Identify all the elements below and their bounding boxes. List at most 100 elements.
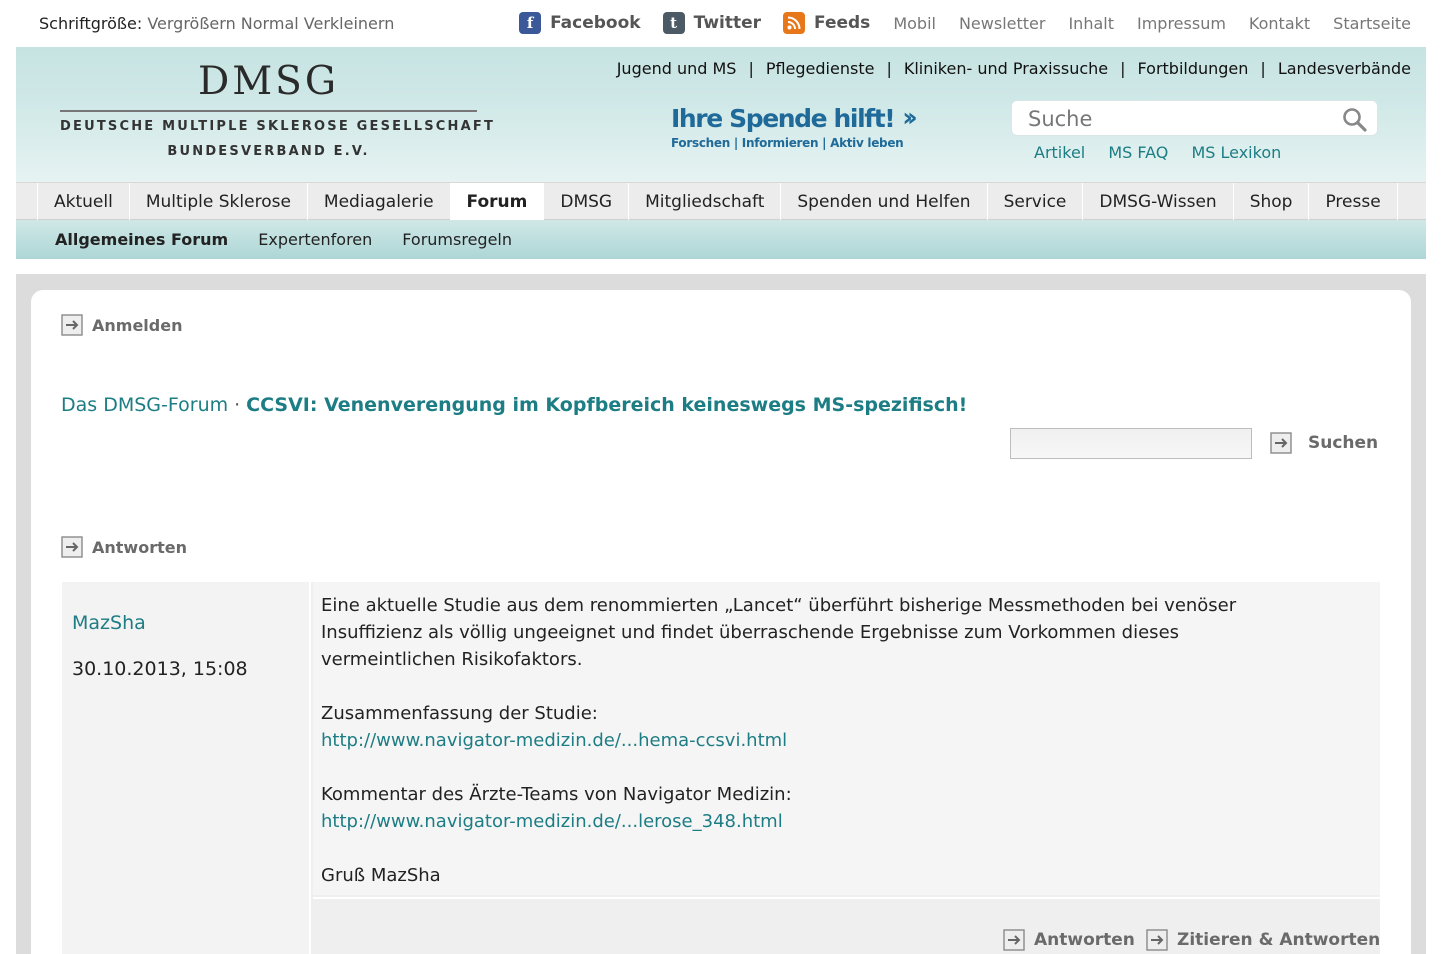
quicklink-ms-faq[interactable]: MS FAQ <box>1108 143 1168 162</box>
rss-feed-icon <box>783 12 806 34</box>
newsletter-link[interactable]: Newsletter <box>959 14 1046 33</box>
sublink-separator: | <box>1260 59 1266 78</box>
sublink-jugend[interactable]: Jugend und MS <box>617 59 737 78</box>
logo-rule <box>60 110 477 112</box>
feeds-label: Feeds <box>814 13 871 33</box>
quicklink-ms-lexikon[interactable]: MS Lexikon <box>1191 143 1281 162</box>
post-reply-button[interactable]: Antworten <box>1003 929 1135 951</box>
nav-aktuell[interactable]: Aktuell <box>37 183 130 220</box>
post-text-line: vermeintlichen Risikofaktors. <box>321 649 583 670</box>
twitter-icon: t <box>662 12 685 34</box>
nav-dmsg[interactable]: DMSG <box>544 183 630 220</box>
post-author-column: MazSha 30.10.2013, 15:08 <box>62 582 311 954</box>
kontakt-link[interactable]: Kontakt <box>1249 14 1310 33</box>
facebook-label: Facebook <box>550 13 641 33</box>
thread-title[interactable]: CCSVI: Venenverengung im Kopfbereich kei… <box>246 394 967 416</box>
logo-title: DMSG <box>197 59 340 104</box>
sublink-fortbildungen[interactable]: Fortbildungen <box>1138 59 1249 78</box>
nav-service[interactable]: Service <box>988 183 1084 220</box>
inhalt-link[interactable]: Inhalt <box>1068 14 1114 33</box>
post-quote-reply-button[interactable]: Zitieren & Antworten <box>1146 929 1380 951</box>
nav-shop[interactable]: Shop <box>1234 183 1310 220</box>
startseite-link[interactable]: Startseite <box>1333 14 1411 33</box>
feeds-link[interactable]: Feeds <box>783 12 870 34</box>
arrow-right-box-icon <box>61 314 83 336</box>
subnav-forumsregeln[interactable]: Forumsregeln <box>402 230 512 249</box>
font-size-increase-link[interactable]: Vergrößern <box>147 14 235 33</box>
post-body: Eine aktuelle Studie aus dem renommierte… <box>313 582 1380 895</box>
arrow-right-box-icon <box>61 536 83 558</box>
nav-dmsg-wissen[interactable]: DMSG-Wissen <box>1083 183 1234 220</box>
double-chevron-right-icon: ›› <box>902 103 918 133</box>
content-frame: Anmelden Das DMSG-Forum · CCSVI: Venenvere… <box>16 274 1426 954</box>
sublink-separator: | <box>1120 59 1126 78</box>
sublink-landesverbaende[interactable]: Landesverbände <box>1278 59 1411 78</box>
mobil-link[interactable]: Mobil <box>893 14 936 33</box>
forum-post: MazSha 30.10.2013, 15:08 Eine aktuelle S… <box>62 582 1380 954</box>
site-header: DMSG DEUTSCHE MULTIPLE SKLEROSE GESELLSC… <box>16 47 1426 182</box>
sublink-separator: | <box>748 59 754 78</box>
search-quicklinks: Artikel MS FAQ MS Lexikon <box>1034 143 1299 162</box>
main-navigation: Aktuell Multiple Sklerose Mediagalerie F… <box>16 182 1426 220</box>
nav-multiple-sklerose[interactable]: Multiple Sklerose <box>130 183 308 220</box>
twitter-label: Twitter <box>693 13 762 33</box>
reply-thread-label: Antworten <box>92 537 187 557</box>
facebook-icon: f <box>519 12 542 34</box>
post-signature: Gruß MazSha <box>321 865 441 886</box>
font-size-label: Schriftgröße: <box>39 14 143 33</box>
sublink-kliniken[interactable]: Kliniken- und Praxissuche <box>904 59 1108 78</box>
donate-headline: Ihre Spende hilft! <box>671 103 896 133</box>
facebook-link[interactable]: f Facebook <box>519 12 641 34</box>
font-size-normal-link[interactable]: Normal <box>241 14 299 33</box>
breadcrumb: Das DMSG-Forum · CCSVI: Venenverengung im … <box>61 394 967 416</box>
post-text-line: Eine aktuelle Studie aus dem renommierte… <box>321 595 1237 616</box>
reply-thread-button[interactable]: Antworten <box>61 536 187 558</box>
nav-mitgliedschaft[interactable]: Mitgliedschaft <box>629 183 782 220</box>
header-sublinks: Jugend und MS | Pflegedienste | Kliniken- un… <box>617 59 1411 78</box>
donate-banner[interactable]: Ihre Spende hilft! ›› Forschen | Informi… <box>671 103 918 150</box>
arrow-right-box-icon <box>1270 432 1292 454</box>
post-quote-reply-label: Zitieren & Antworten <box>1177 930 1381 950</box>
font-size-controls: Schriftgröße: Vergrößern Normal Verklein… <box>39 14 394 33</box>
forum-search-button[interactable]: Suchen <box>1270 432 1378 454</box>
forum-panel: Anmelden Das DMSG-Forum · CCSVI: Venenvere… <box>31 290 1411 954</box>
logo-line-2: BUNDESVERBAND E.V. <box>167 144 370 159</box>
breadcrumb-separator: · <box>234 394 241 416</box>
font-size-decrease-link[interactable]: Verkleinern <box>304 14 395 33</box>
nav-presse[interactable]: Presse <box>1309 183 1398 220</box>
site-search-input[interactable] <box>1018 104 1328 134</box>
forum-sub-navigation: Allgemeines Forum Expertenforen Forumsre… <box>16 220 1426 259</box>
post-reply-label: Antworten <box>1034 930 1135 950</box>
donate-tagline: Forschen | Informieren | Aktiv leben <box>671 136 904 150</box>
subnav-expertenforen[interactable]: Expertenforen <box>258 230 372 249</box>
subnav-allgemeines-forum[interactable]: Allgemeines Forum <box>55 230 228 249</box>
post-comment-link[interactable]: http://www.navigator-medizin.de/...leros… <box>321 808 1372 835</box>
nav-forum[interactable]: Forum <box>450 183 545 220</box>
impressum-link[interactable]: Impressum <box>1137 14 1226 33</box>
forum-search-input[interactable] <box>1011 429 1251 458</box>
post-comment-label: Kommentar des Ärzte-Teams von Navigator … <box>321 784 792 805</box>
top-links: f Facebook t Twitter Feeds Mobil Newslet… <box>519 12 1411 34</box>
post-text-line: Insuffizienz als völlig ungeeignet und f… <box>321 622 1180 643</box>
search-icon[interactable] <box>1341 106 1369 134</box>
forum-search-label: Suchen <box>1308 433 1379 453</box>
breadcrumb-forum-root[interactable]: Das DMSG-Forum <box>61 394 228 416</box>
logo-line-1: DEUTSCHE MULTIPLE SKLEROSE GESELLSCHAFT <box>60 119 496 134</box>
post-author-name[interactable]: MazSha <box>72 612 146 634</box>
twitter-link[interactable]: t Twitter <box>662 12 762 34</box>
forum-search-field[interactable] <box>1010 428 1252 459</box>
arrow-right-box-icon <box>1003 929 1025 951</box>
sublink-pflegedienste[interactable]: Pflegedienste <box>766 59 875 78</box>
top-utility-bar: Schriftgröße: Vergrößern Normal Verklein… <box>0 0 1442 47</box>
dmsg-logo[interactable]: DMSG DEUTSCHE MULTIPLE SKLEROSE GESELLSC… <box>60 59 496 159</box>
login-button[interactable]: Anmelden <box>61 314 182 336</box>
post-summary-link[interactable]: http://www.navigator-medizin.de/...hema-… <box>321 727 1372 754</box>
nav-spenden-und-helfen[interactable]: Spenden und Helfen <box>781 183 988 220</box>
quicklink-artikel[interactable]: Artikel <box>1034 143 1085 162</box>
post-date: 30.10.2013, 15:08 <box>72 658 248 680</box>
site-search-box <box>1011 100 1378 136</box>
nav-mediagalerie[interactable]: Mediagalerie <box>308 183 451 220</box>
post-summary-label: Zusammenfassung der Studie: <box>321 703 598 724</box>
